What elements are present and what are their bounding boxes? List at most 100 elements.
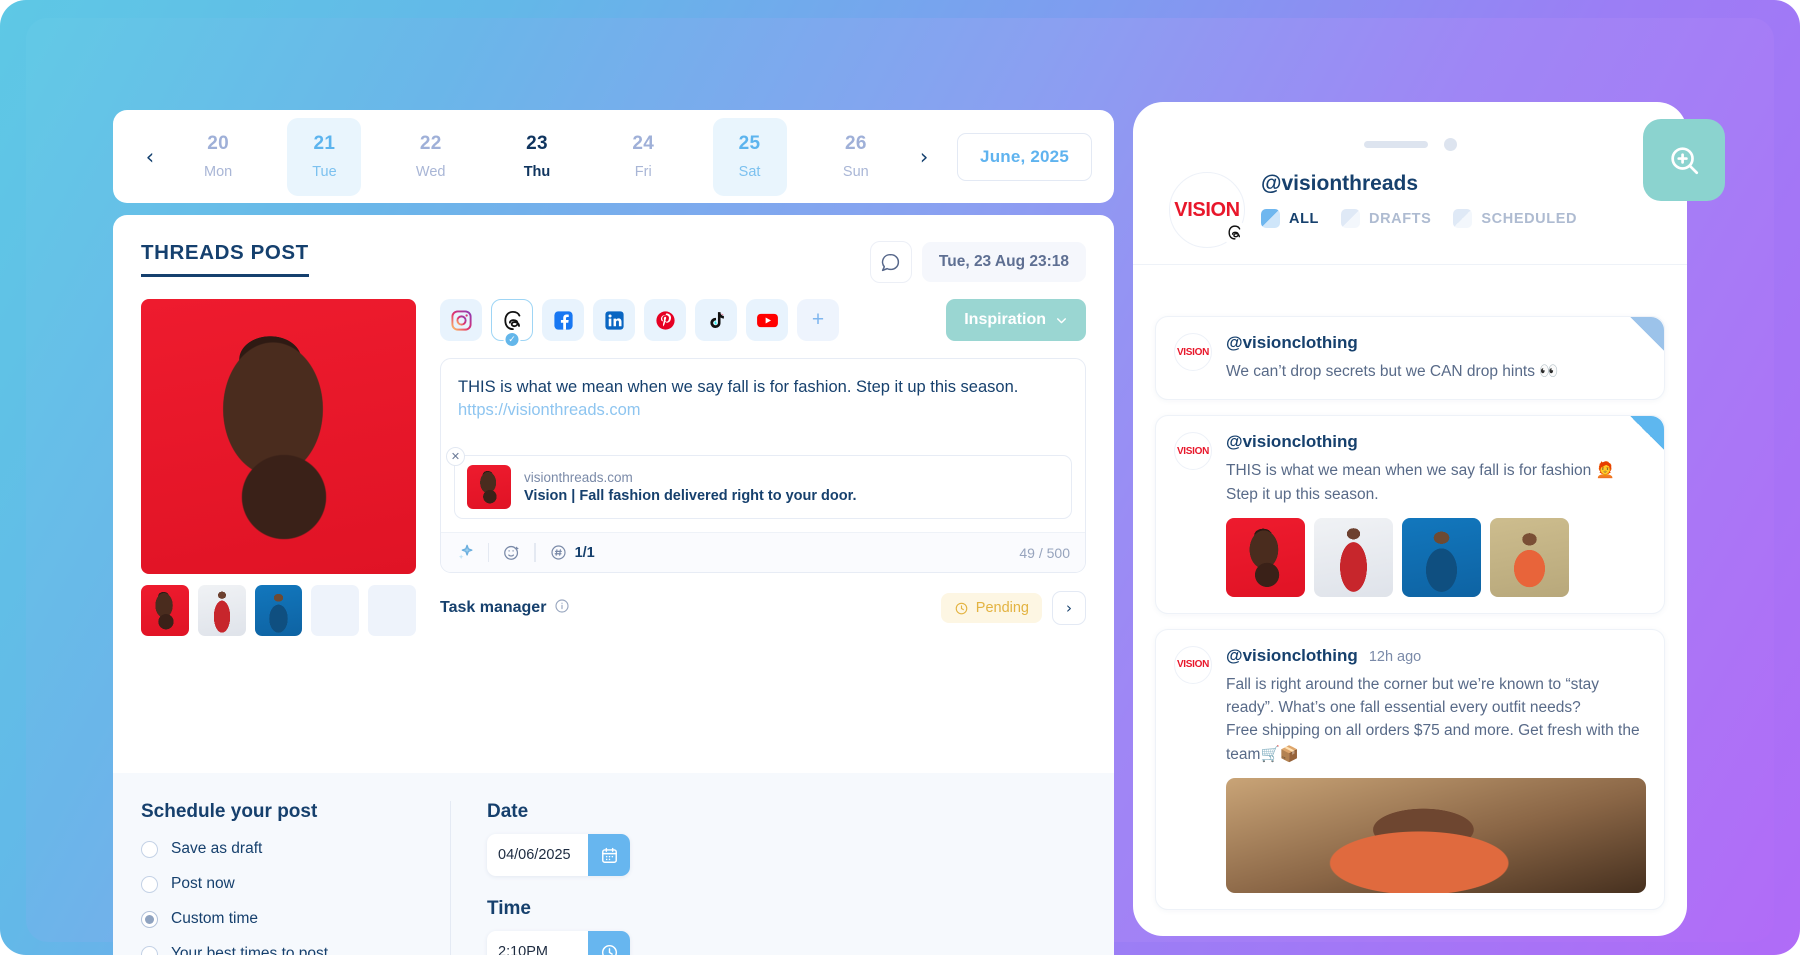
comment-bubble-icon[interactable] (869, 241, 912, 283)
platform-threads[interactable]: ✓ (491, 299, 533, 348)
scheduler-panel: ‹ 20 Mon 21 Tue 22 Wed 23 Thu 24 Fri 25 … (113, 110, 1114, 955)
calendar-prev-button[interactable]: ‹ (135, 142, 165, 172)
platform-tiktok[interactable] (695, 299, 737, 341)
post-image-4[interactable] (1490, 517, 1569, 597)
inspiration-dropdown[interactable]: Inspiration (946, 299, 1086, 341)
calendar-icon[interactable] (588, 834, 630, 876)
thumbnail-1[interactable] (141, 585, 189, 636)
date-input[interactable] (487, 834, 588, 876)
post-text: Fall is right around the corner but we’r… (1226, 675, 1640, 763)
calendar-day-26[interactable]: 26 Sun (819, 118, 893, 196)
info-circle-icon[interactable] (554, 598, 570, 619)
calendar-topbar: ‹ 20 Mon 21 Tue 22 Wed 23 Thu 24 Fri 25 … (113, 110, 1114, 203)
calendar-day-22[interactable]: 22 Wed (394, 118, 468, 196)
time-input[interactable] (487, 931, 588, 955)
thumbnail-4[interactable] (311, 585, 360, 636)
composer-link-text: https://visionthreads.com (458, 401, 641, 420)
chevron-down-icon (1057, 317, 1066, 323)
platform-facebook[interactable] (542, 299, 584, 341)
avatar: VISION (1169, 172, 1247, 248)
list-item[interactable]: VISION @visionclothing THIS is what we m… (1155, 415, 1665, 614)
schedule-panel: Schedule your post Save as draft Post no… (113, 773, 1114, 955)
thumbnail-3[interactable] (254, 585, 303, 636)
calendar-day-21[interactable]: 21 Tue (287, 117, 362, 196)
status-badge-label: Pending (975, 600, 1029, 616)
radio-icon-selected (141, 910, 158, 928)
platform-pinterest[interactable] (644, 299, 686, 341)
thumbnail-5[interactable] (368, 585, 416, 636)
link-preview-thumbnail (467, 465, 511, 509)
schedule-option-custom-time[interactable]: Custom time (141, 910, 430, 928)
post-image-3[interactable] (1402, 517, 1481, 597)
list-item[interactable]: VISION @visionclothing 12h ago Fall is r… (1155, 628, 1665, 910)
schedule-option-best-times[interactable]: Your best times to post (141, 945, 430, 955)
media-thumbnails (141, 585, 416, 636)
post-image-1[interactable] (1226, 517, 1305, 597)
post-handle: @visionclothing (1226, 333, 1358, 352)
option-label: Your best times to post (171, 945, 329, 955)
clock-pending-icon (955, 602, 968, 614)
avatar-logo-text: VISION (1176, 346, 1210, 358)
filter-tab-scheduled[interactable]: SCHEDULED (1453, 209, 1577, 228)
post-image-large[interactable] (1226, 777, 1646, 893)
composer-textarea[interactable]: THIS is what we mean when we say fall is… (441, 359, 1085, 445)
media-column (141, 299, 416, 636)
day-weekday: Fri (634, 164, 652, 180)
schedule-option-post-now[interactable]: Post now (141, 875, 430, 893)
platform-linkedin[interactable] (593, 299, 635, 341)
schedule-option-save-as-draft[interactable]: Save as draft (141, 840, 430, 858)
compose-column: ✓ + Inspiration THIS is what we mean whe… (440, 299, 1086, 636)
month-selector-button[interactable]: June, 2025 (957, 132, 1092, 181)
date-field[interactable] (487, 834, 630, 876)
sparkles-icon[interactable] (456, 543, 488, 562)
option-label: Custom time (171, 910, 258, 927)
platform-youtube[interactable] (746, 299, 788, 341)
status-badge: Pending (940, 593, 1042, 623)
filter-swatch-icon (1261, 209, 1280, 228)
composer-body-text: THIS is what we mean when we say fall is… (458, 378, 1019, 396)
calendar-day-25[interactable]: 25 Sat (712, 117, 787, 196)
preview-feed: VISION @visionclothing We can’t drop sec… (1133, 302, 1687, 936)
task-manager-next-button[interactable]: › (1052, 591, 1086, 625)
post-corner-marker (1630, 317, 1664, 351)
option-label: Save as draft (171, 840, 263, 857)
calendar-day-23[interactable]: 23 Thu (500, 118, 574, 196)
phone-notch (1320, 134, 1500, 154)
post-image-grid (1226, 517, 1646, 597)
platform-instagram[interactable] (440, 299, 482, 341)
hero-image[interactable] (141, 299, 416, 574)
post-composer: THIS is what we mean when we say fall is… (440, 358, 1086, 573)
link-preview-close-icon[interactable]: ✕ (446, 447, 465, 466)
avatar: VISION (1174, 645, 1212, 684)
tab-threads-post[interactable]: THREADS POST (141, 241, 309, 277)
preview-filter-tabs: ALL DRAFTS SCHEDULED (1261, 209, 1577, 228)
time-label: Time (487, 898, 532, 919)
filter-tab-all[interactable]: ALL (1261, 209, 1319, 228)
post-corner-marker (1630, 416, 1664, 451)
platform-icons: ✓ + (440, 299, 839, 348)
post-handle: @visionclothing (1226, 645, 1358, 665)
day-number: 21 (313, 133, 336, 154)
task-manager-label: Task manager (440, 599, 547, 616)
calendar-next-button[interactable]: › (909, 142, 939, 172)
post-image-2[interactable] (1314, 517, 1393, 597)
platform-add-button[interactable]: + (797, 299, 839, 341)
list-item[interactable]: VISION @visionclothing We can’t drop sec… (1155, 316, 1665, 401)
avatar-logo-text: VISION (1174, 198, 1240, 221)
radio-icon (141, 840, 158, 858)
time-field[interactable] (487, 931, 630, 955)
filter-tab-drafts[interactable]: DRAFTS (1341, 209, 1431, 228)
calendar-day-24[interactable]: 24 Fri (606, 118, 680, 196)
post-text: We can’t drop secrets but we CAN drop hi… (1226, 363, 1559, 380)
thumbnail-2[interactable] (197, 585, 246, 636)
platform-selector-row: ✓ + Inspiration (440, 299, 1086, 348)
clock-icon[interactable] (588, 931, 630, 955)
post-content: @visionclothing THIS is what we mean whe… (1226, 432, 1646, 597)
emoji-smiley-icon[interactable] (489, 543, 534, 562)
link-preview-title: Vision | Fall fashion delivered right to… (524, 488, 857, 504)
inspiration-label: Inspiration (964, 311, 1046, 328)
calendar-day-20[interactable]: 20 Mon (181, 118, 255, 196)
link-preview-text: visionthreads.com Vision | Fall fashion … (524, 470, 857, 504)
radio-icon (141, 875, 158, 893)
thread-count-control[interactable]: 1/1 (536, 543, 608, 562)
